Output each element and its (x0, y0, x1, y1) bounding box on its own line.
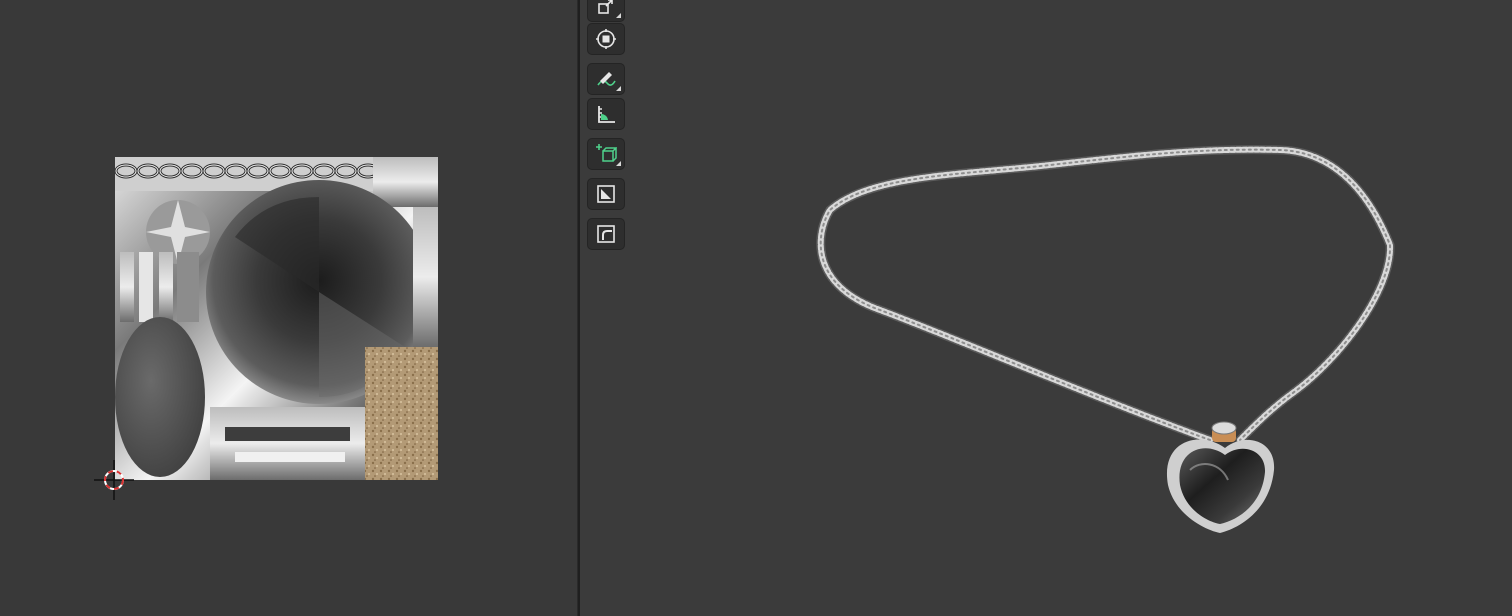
measure-tool-button[interactable] (587, 98, 625, 130)
transform-tool-button[interactable] (587, 23, 625, 55)
bevel-icon (596, 224, 616, 244)
3d-viewport[interactable] (580, 0, 1512, 616)
blender-window (0, 0, 1512, 616)
submenu-indicator (616, 161, 621, 166)
uv-editor-area[interactable] (0, 0, 577, 616)
submenu-indicator (616, 13, 621, 18)
submenu-indicator (616, 86, 621, 91)
extrude-region-tool-button[interactable] (587, 178, 625, 210)
uv-texture-image (115, 157, 438, 480)
bevel-tool-button[interactable] (587, 218, 625, 250)
measure-ruler-icon (595, 103, 617, 125)
transform-icon (595, 28, 617, 50)
annotate-tool-button[interactable] (587, 63, 625, 95)
scale-cage-tool-button[interactable] (587, 0, 625, 22)
annotate-pencil-icon (595, 68, 617, 90)
extrude-region-icon (596, 184, 616, 204)
scale-cage-icon (596, 0, 616, 16)
add-cube-icon (595, 143, 617, 165)
3d-cursor-icon[interactable] (94, 460, 134, 500)
add-cube-tool-button[interactable] (587, 138, 625, 170)
necklace-model-render (816, 145, 1395, 533)
texture-svg (115, 157, 438, 480)
